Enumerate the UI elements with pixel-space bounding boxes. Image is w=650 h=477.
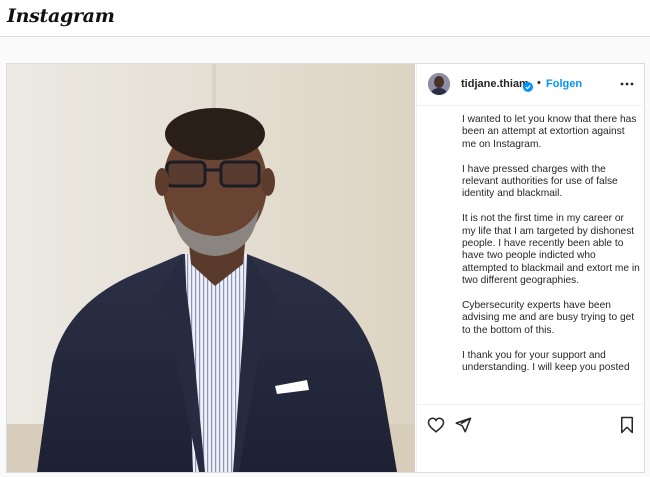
- bookmark-icon[interactable]: [618, 416, 636, 434]
- separator-dot: •: [537, 77, 541, 89]
- caption-paragraph: Cybersecurity experts have been advising…: [462, 300, 635, 336]
- caption-paragraph: I wanted to let you know that there has …: [462, 114, 637, 150]
- post-card: tidjane.thiam • Folgen I wanted to let y…: [6, 63, 645, 473]
- portrait-image: [7, 64, 415, 472]
- caption-paragraph: I thank you for your support and underst…: [462, 349, 630, 374]
- post-header: tidjane.thiam • Folgen: [417, 64, 645, 106]
- post-actions: [417, 404, 645, 472]
- post-caption: I wanted to let you know that there has …: [462, 114, 640, 404]
- instagram-logo[interactable]: Instagram: [7, 5, 115, 27]
- heart-icon[interactable]: [427, 416, 445, 434]
- share-icon[interactable]: [454, 416, 472, 434]
- post-photo[interactable]: [7, 64, 415, 472]
- post-side-panel: tidjane.thiam • Folgen I wanted to let y…: [416, 64, 645, 472]
- more-horizontal-icon[interactable]: [619, 76, 635, 92]
- caption-paragraph: It is not the first time in my career or…: [462, 213, 640, 287]
- top-bar: Instagram: [0, 0, 650, 37]
- follow-button[interactable]: Folgen: [546, 78, 582, 90]
- verified-badge-icon: [523, 79, 533, 92]
- caption-paragraph: I have pressed charges with the relevant…: [462, 163, 618, 200]
- username[interactable]: tidjane.thiam: [461, 78, 529, 90]
- avatar[interactable]: [428, 73, 450, 95]
